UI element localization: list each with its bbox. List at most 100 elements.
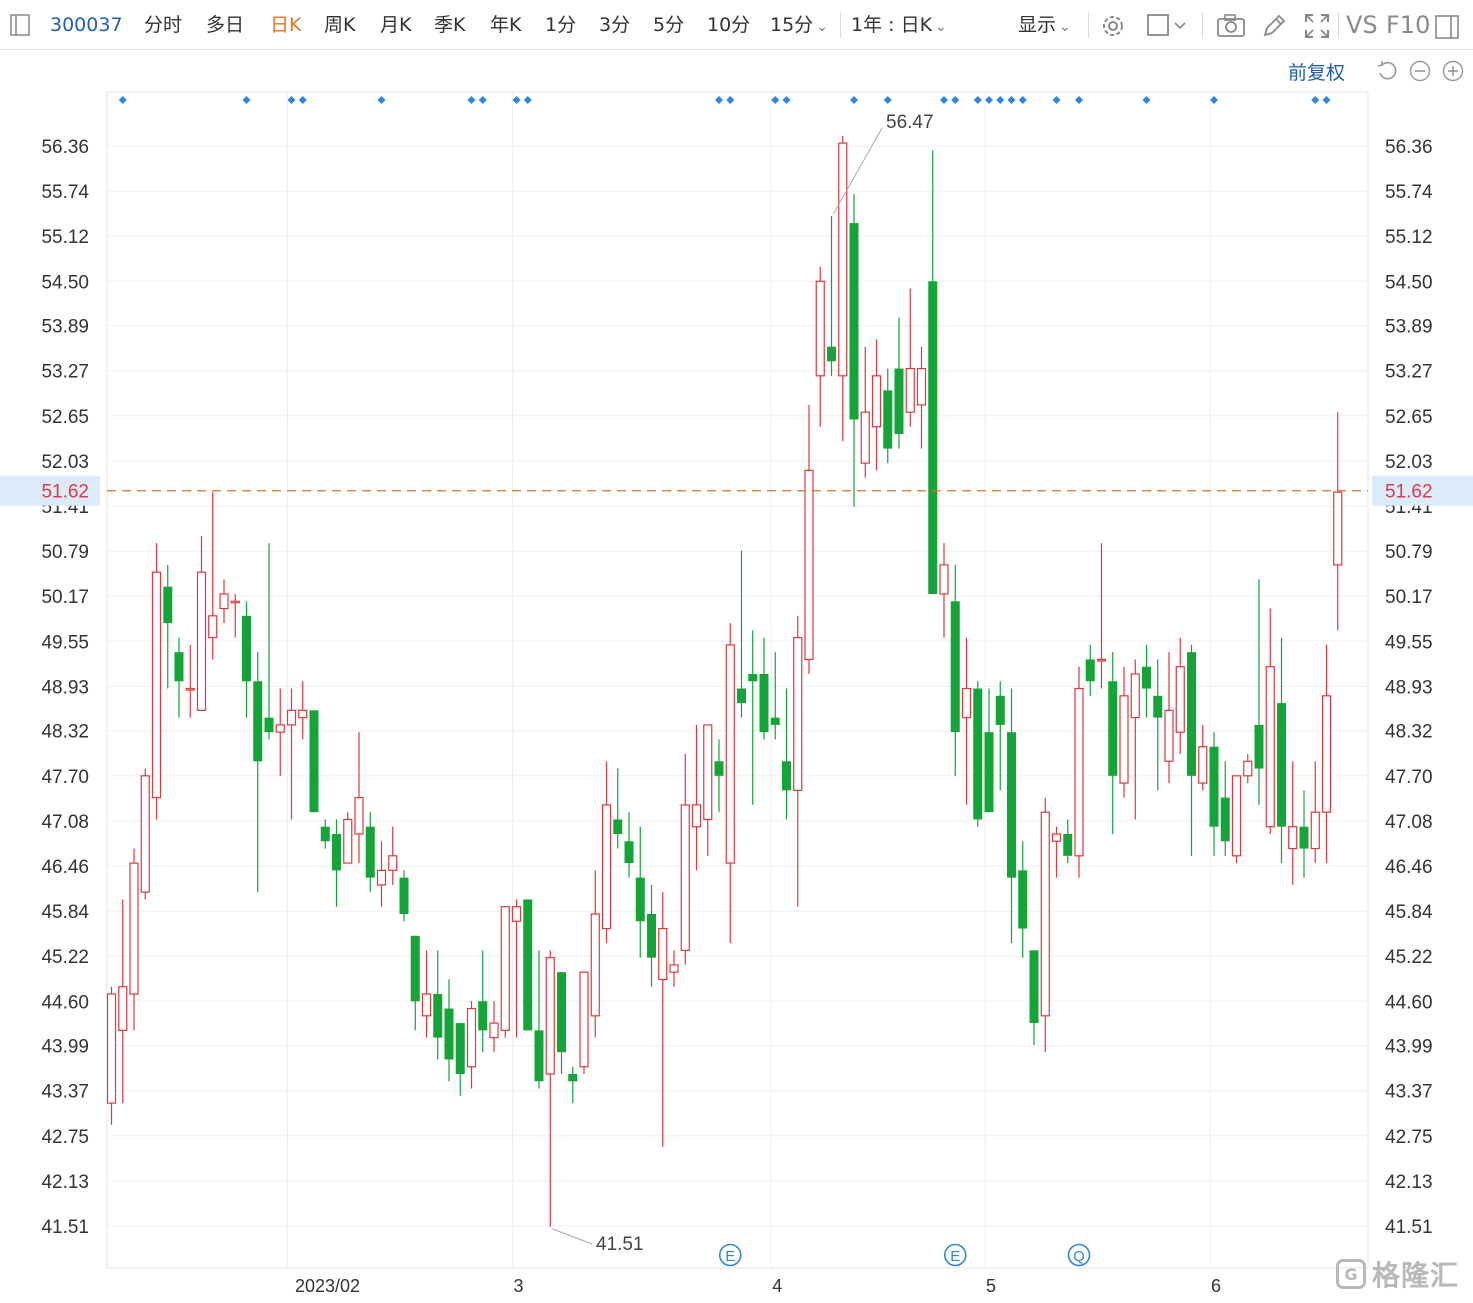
candle-body — [1333, 491, 1343, 566]
candle — [1051, 826, 1062, 878]
candle-body — [1153, 695, 1163, 718]
y-tick-label: 47.70 — [41, 767, 89, 788]
y-tick-label: 45.84 — [41, 902, 89, 923]
candle — [1142, 644, 1151, 718]
candle-body — [995, 695, 1005, 725]
candle-body — [973, 688, 983, 820]
candle — [1018, 841, 1028, 958]
candle — [489, 1001, 499, 1053]
candle-body — [489, 1022, 499, 1039]
candle — [984, 688, 994, 813]
candle-body — [410, 935, 420, 1002]
diamond-marker — [512, 96, 521, 104]
candle-body — [185, 687, 195, 691]
candle-body — [1164, 709, 1174, 762]
logo-mark-icon: G — [1336, 1259, 1366, 1289]
candle — [388, 826, 398, 885]
y-tick-label: 50.17 — [41, 587, 89, 608]
candle-body — [118, 986, 128, 1031]
candle-body — [770, 717, 780, 725]
candle-body — [1175, 666, 1185, 733]
candle — [478, 950, 488, 1053]
diamond-marker — [973, 96, 982, 104]
overlay: 51.62 51.62 56.47 41.51 E E Q — [0, 112, 1473, 1267]
candles — [106, 135, 1343, 1227]
diamond-marker — [996, 96, 1005, 104]
candle — [894, 317, 904, 449]
candle-body — [613, 819, 623, 834]
candle — [1130, 659, 1140, 820]
candle-body — [860, 411, 870, 464]
candle-body — [534, 1030, 544, 1082]
candle-body — [163, 586, 173, 624]
y-tick-label: 50.17 — [1385, 587, 1433, 608]
candle — [1277, 637, 1286, 864]
candle-body — [196, 571, 207, 711]
candlestick-chart[interactable]: 56.36 55.74 55.12 54.50 53.89 53.27 52.65 52.03… — [0, 0, 1473, 1303]
candle — [421, 950, 432, 1038]
candle — [658, 892, 668, 1147]
candle — [815, 266, 825, 427]
candle-body — [782, 761, 791, 791]
candle-body — [275, 724, 285, 733]
y-tick-label: 52.03 — [41, 452, 89, 473]
candle — [410, 935, 420, 1031]
candle-body — [1220, 797, 1230, 842]
candle-body — [1051, 833, 1062, 842]
y-tick-label: 55.12 — [1385, 227, 1433, 248]
candle-body — [759, 674, 769, 733]
diamond-marker — [951, 96, 960, 104]
candle — [545, 950, 555, 1227]
candle-body — [433, 994, 443, 1038]
candle-body — [332, 834, 341, 871]
candle — [770, 652, 780, 740]
candle — [916, 346, 927, 449]
candle-body — [658, 927, 668, 981]
y-tick-label: 53.27 — [1385, 362, 1433, 383]
candle-body — [219, 593, 229, 610]
candle — [320, 819, 330, 849]
candle-body — [500, 906, 510, 1031]
event-marker-q[interactable]: Q — [1067, 1243, 1091, 1267]
event-marker-e[interactable]: E — [943, 1243, 967, 1267]
diamond-marker — [1052, 96, 1061, 104]
candle — [1175, 637, 1185, 754]
candle-body — [737, 688, 746, 704]
y-tick-label: 43.37 — [1385, 1082, 1433, 1103]
candle-body — [883, 390, 893, 449]
min-price-label: 41.51 — [596, 1234, 644, 1255]
candle — [1096, 543, 1107, 689]
y-tick-label: 48.32 — [41, 722, 89, 743]
event-marker-e[interactable]: E — [718, 1243, 742, 1267]
candle — [557, 972, 566, 1074]
candle — [399, 870, 409, 922]
candle — [1299, 790, 1309, 878]
candle — [433, 950, 443, 1060]
candle — [635, 826, 645, 958]
candle — [680, 754, 690, 965]
candle-body — [703, 724, 713, 821]
candle — [1153, 659, 1163, 791]
candle-body — [1130, 673, 1140, 719]
candle-body — [1018, 870, 1028, 929]
diamond-marker — [478, 96, 487, 104]
event-marker-label: Q — [1073, 1248, 1085, 1265]
candle-body — [129, 862, 139, 995]
candle-body — [1198, 746, 1208, 784]
candle — [106, 986, 117, 1125]
candle-body — [601, 804, 612, 930]
candle-body — [1108, 681, 1118, 776]
candle-body — [961, 687, 972, 719]
y-tick-label: 42.13 — [41, 1172, 89, 1193]
y-tick-label: 49.55 — [41, 632, 89, 653]
diamond-marker — [715, 96, 723, 104]
y-tick-label: 41.51 — [1385, 1217, 1433, 1238]
candle-body — [1254, 724, 1264, 769]
y-tick-label: 53.89 — [1385, 317, 1433, 338]
candle — [759, 637, 769, 740]
min-leader-line — [552, 1228, 593, 1245]
candle — [444, 979, 454, 1082]
diamond-marker — [377, 96, 386, 104]
y-tick-label: 44.60 — [41, 992, 89, 1013]
candle-body — [174, 652, 184, 682]
